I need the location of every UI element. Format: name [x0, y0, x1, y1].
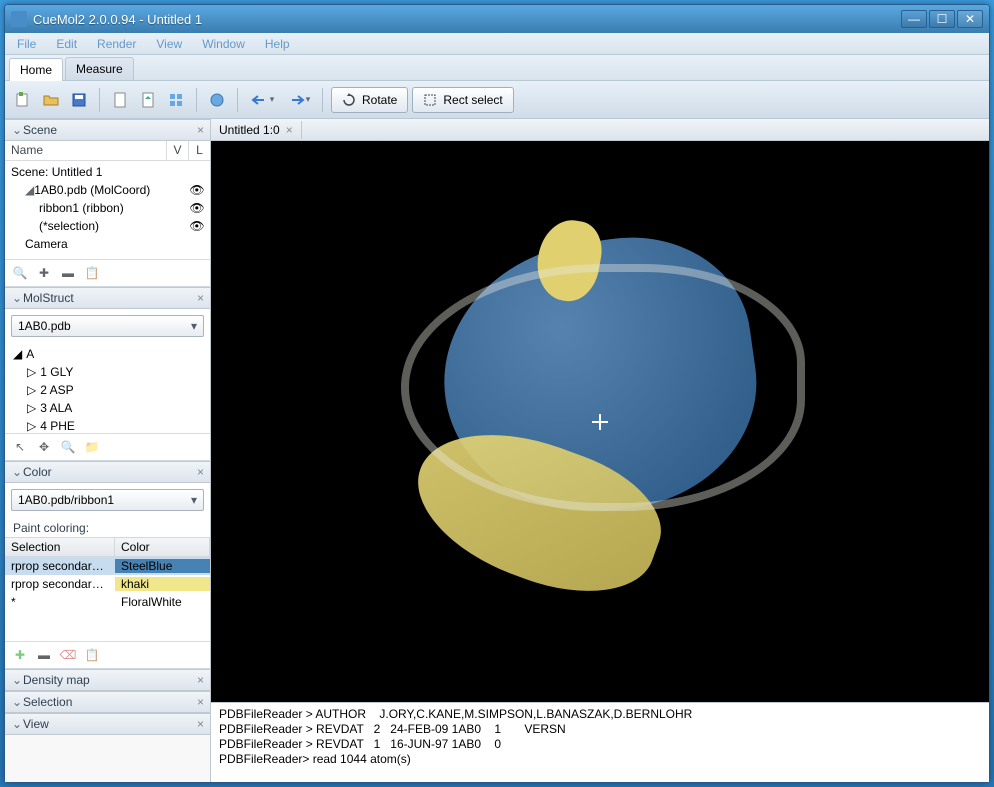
save-button[interactable] [67, 88, 91, 112]
window-controls: — ☐ ✕ [901, 10, 983, 28]
toolbar: ▾ ▾ Rotate Rect select [5, 81, 989, 119]
move-icon[interactable]: ✥ [35, 438, 53, 456]
residue-row[interactable]: ▷1 GLY [13, 363, 202, 381]
minimize-button[interactable]: — [901, 10, 927, 28]
eye-icon[interactable]: 👁 [188, 183, 206, 197]
menubar: File Edit Render View Window Help [5, 33, 989, 55]
folder-icon[interactable]: 📁 [83, 438, 101, 456]
delete-icon[interactable]: ⌫ [59, 646, 77, 664]
globe-button[interactable] [205, 88, 229, 112]
remove-icon[interactable]: ▬ [35, 646, 53, 664]
viewport-tab[interactable]: Untitled 1:0 × [211, 121, 302, 139]
close-button[interactable]: ✕ [957, 10, 983, 28]
view-panel-header[interactable]: ⌄ View × [5, 713, 210, 735]
app-icon [11, 11, 27, 27]
console-output[interactable]: PDBFileReader > AUTHOR J.ORY,C.KANE,M.SI… [211, 702, 989, 782]
molstruct-toolbar: ↖ ✥ 🔍 📁 [5, 433, 210, 460]
chevron-down-icon: ⌄ [11, 673, 23, 687]
color-row[interactable]: rprop secondar… khaki [5, 575, 210, 593]
scene-root[interactable]: Scene: Untitled 1 [11, 163, 210, 181]
scene-columns: Name V L [5, 141, 210, 161]
menu-view[interactable]: View [152, 35, 186, 53]
menu-edit[interactable]: Edit [52, 35, 81, 53]
close-icon[interactable]: × [197, 123, 204, 137]
paint-label: Paint coloring: [5, 517, 210, 537]
crosshair-icon [592, 414, 608, 430]
zoom-icon[interactable]: 🔍 [11, 264, 29, 282]
sidebar: ⌄ Scene × Name V L Scene: Untitled 1 ◢1A… [5, 119, 211, 782]
eye-icon[interactable]: 👁 [188, 219, 206, 233]
scene-toolbar: 🔍 ✚ ▬ 📋 [5, 259, 210, 286]
props-icon[interactable]: 📋 [83, 646, 101, 664]
scene-item[interactable]: ribbon1 (ribbon)👁 [11, 199, 210, 217]
color-dropdown[interactable]: 1AB0.pdb/ribbon1▾ [11, 489, 204, 511]
close-icon[interactable]: × [197, 695, 204, 709]
chevron-down-icon: ⌄ [11, 123, 23, 137]
grid-button[interactable] [164, 88, 188, 112]
residue-row[interactable]: ▷3 ALA [13, 399, 202, 417]
close-icon[interactable]: × [197, 673, 204, 687]
color-row[interactable]: rprop secondar… SteelBlue [5, 557, 210, 575]
arrow-icon[interactable]: ↖ [11, 438, 29, 456]
new-button[interactable] [11, 88, 35, 112]
chain-row[interactable]: ◢A [13, 345, 202, 363]
color-panel: 1AB0.pdb/ribbon1▾ Paint coloring: Select… [5, 483, 210, 669]
titlebar[interactable]: CueMol2 2.0.0.94 - Untitled 1 — ☐ ✕ [5, 5, 989, 33]
chevron-down-icon: ⌄ [11, 717, 23, 731]
residue-row[interactable]: ▷2 ASP [13, 381, 202, 399]
selection-panel-header[interactable]: ⌄ Selection × [5, 691, 210, 713]
scene-panel-header[interactable]: ⌄ Scene × [5, 119, 210, 141]
doc-up-button[interactable] [136, 88, 160, 112]
scene-camera[interactable]: Camera [11, 235, 210, 253]
molstruct-panel: 1AB0.pdb▾ ◢A ▷1 GLY ▷2 ASP ▷3 ALA ▷4 PHE… [5, 309, 210, 461]
props-icon[interactable]: 📋 [83, 264, 101, 282]
main-tabs: Home Measure [5, 55, 989, 81]
viewport-tabs: Untitled 1:0 × [211, 119, 989, 141]
color-toolbar: ✚ ▬ ⌫ 📋 [5, 641, 210, 668]
viewport-3d[interactable] [211, 141, 989, 702]
menu-window[interactable]: Window [198, 35, 249, 53]
tab-home[interactable]: Home [9, 58, 63, 81]
remove-icon[interactable]: ▬ [59, 264, 77, 282]
color-panel-header[interactable]: ⌄ Color × [5, 461, 210, 483]
window-title: CueMol2 2.0.0.94 - Untitled 1 [33, 12, 901, 27]
rotate-button[interactable]: Rotate [331, 87, 408, 113]
scene-panel: Name V L Scene: Untitled 1 ◢1AB0.pdb (Mo… [5, 141, 210, 287]
molstruct-dropdown[interactable]: 1AB0.pdb▾ [11, 315, 204, 337]
menu-render[interactable]: Render [93, 35, 140, 53]
undo-button[interactable]: ▾ [246, 88, 278, 112]
scene-item[interactable]: (*selection)👁 [11, 217, 210, 235]
maximize-button[interactable]: ☐ [929, 10, 955, 28]
chevron-down-icon: ⌄ [11, 695, 23, 709]
menu-file[interactable]: File [13, 35, 40, 53]
chevron-down-icon: ⌄ [11, 291, 23, 305]
doc-button[interactable] [108, 88, 132, 112]
close-icon[interactable]: × [286, 123, 293, 137]
chevron-down-icon: ⌄ [11, 465, 23, 479]
tab-measure[interactable]: Measure [65, 57, 134, 80]
scene-item[interactable]: ◢1AB0.pdb (MolCoord)👁 [11, 181, 210, 199]
app-window: CueMol2 2.0.0.94 - Untitled 1 — ☐ ✕ File… [4, 4, 990, 783]
zoom-icon[interactable]: 🔍 [59, 438, 77, 456]
add-icon[interactable]: ✚ [35, 264, 53, 282]
residue-row[interactable]: ▷4 PHE [13, 417, 202, 433]
open-button[interactable] [39, 88, 63, 112]
molstruct-panel-header[interactable]: ⌄ MolStruct × [5, 287, 210, 309]
eye-icon[interactable]: 👁 [188, 201, 206, 215]
rect-select-button[interactable]: Rect select [412, 87, 513, 113]
redo-button[interactable]: ▾ [282, 88, 314, 112]
density-panel-header[interactable]: ⌄ Density map × [5, 669, 210, 691]
close-icon[interactable]: × [197, 717, 204, 731]
close-icon[interactable]: × [197, 291, 204, 305]
color-row[interactable]: * FloralWhite [5, 593, 210, 611]
menu-help[interactable]: Help [261, 35, 294, 53]
add-icon[interactable]: ✚ [11, 646, 29, 664]
close-icon[interactable]: × [197, 465, 204, 479]
main-area: Untitled 1:0 × PDBFileReader > AUTHOR J.… [211, 119, 989, 782]
